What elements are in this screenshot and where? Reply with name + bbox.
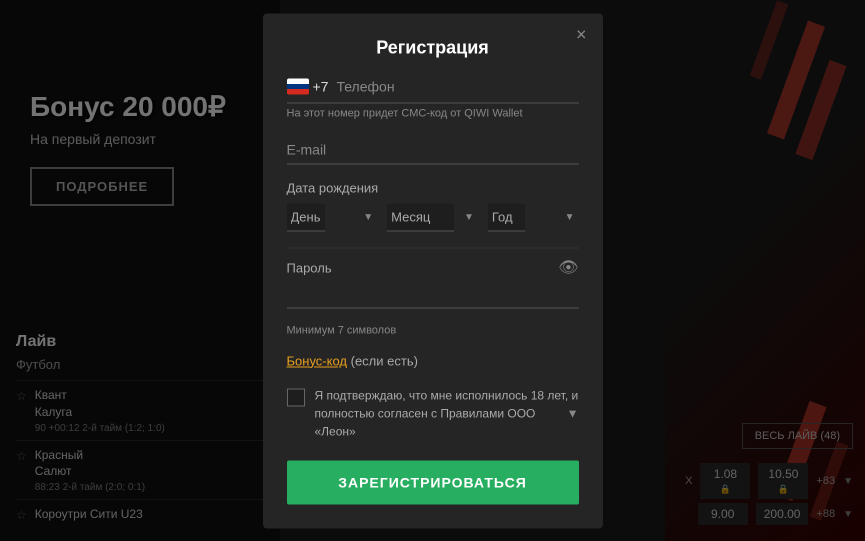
chevron-down-icon: ▼: [565, 212, 575, 223]
russia-flag: [287, 78, 309, 94]
day-select-wrap: День123456789101112131415161718192021222…: [287, 203, 378, 231]
email-field: [287, 135, 579, 164]
country-code: +7: [313, 78, 329, 94]
phone-placeholder: Телефон: [336, 78, 394, 94]
bonus-code-link[interactable]: Бонус-код: [287, 353, 348, 368]
registration-modal: × Регистрация +7 Телефон На этот номер п…: [263, 13, 603, 528]
email-input[interactable]: [287, 135, 579, 164]
close-button[interactable]: ×: [576, 25, 587, 43]
birth-label: Дата рождения: [287, 180, 579, 195]
register-button[interactable]: ЗАРЕГИСТРИРОВАТЬСЯ: [287, 460, 579, 504]
year-select-wrap: Год2005200420032002200120001999199819971…: [488, 203, 579, 231]
country-selector[interactable]: +7: [287, 78, 329, 94]
month-select-wrap: МесяцЯнварьФевральМартАпрельМайИюньИюльА…: [387, 203, 478, 231]
terms-checkbox[interactable]: [287, 388, 305, 406]
chevron-down-icon: ▼: [464, 212, 474, 223]
day-select[interactable]: День123456789101112131415161718192021222…: [287, 203, 325, 231]
password-note: Минимум 7 символов: [287, 324, 579, 336]
birth-section: Дата рождения День1234567891011121314151…: [287, 180, 579, 231]
bonus-code-note: (если есть): [347, 353, 418, 368]
birth-row: День123456789101112131415161718192021222…: [287, 203, 579, 231]
eye-icon[interactable]: 👁: [558, 258, 578, 278]
form-divider: [287, 247, 579, 248]
month-select[interactable]: МесяцЯнварьФевральМартАпрельМайИюньИюльА…: [387, 203, 454, 231]
year-select[interactable]: Год2005200420032002200120001999199819971…: [488, 203, 525, 231]
password-label: Пароль: [287, 260, 579, 275]
chevron-down-icon: ▼: [363, 212, 373, 223]
terms-label: Я подтверждаю, что мне исполнилось 18 ле…: [315, 386, 579, 440]
sms-note: На этот номер придет СМС-код от QIWI Wal…: [287, 107, 579, 119]
password-row: Пароль 👁: [287, 260, 579, 275]
password-section: Пароль 👁: [287, 260, 579, 308]
modal-title: Регистрация: [287, 37, 579, 58]
bonus-code-section: Бонус-код (если есть): [287, 352, 579, 370]
phone-row[interactable]: +7 Телефон: [287, 78, 579, 103]
chevron-down-icon: ▼: [567, 406, 579, 420]
password-input[interactable]: [287, 279, 579, 308]
terms-checkbox-row: Я подтверждаю, что мне исполнилось 18 ле…: [287, 386, 579, 440]
